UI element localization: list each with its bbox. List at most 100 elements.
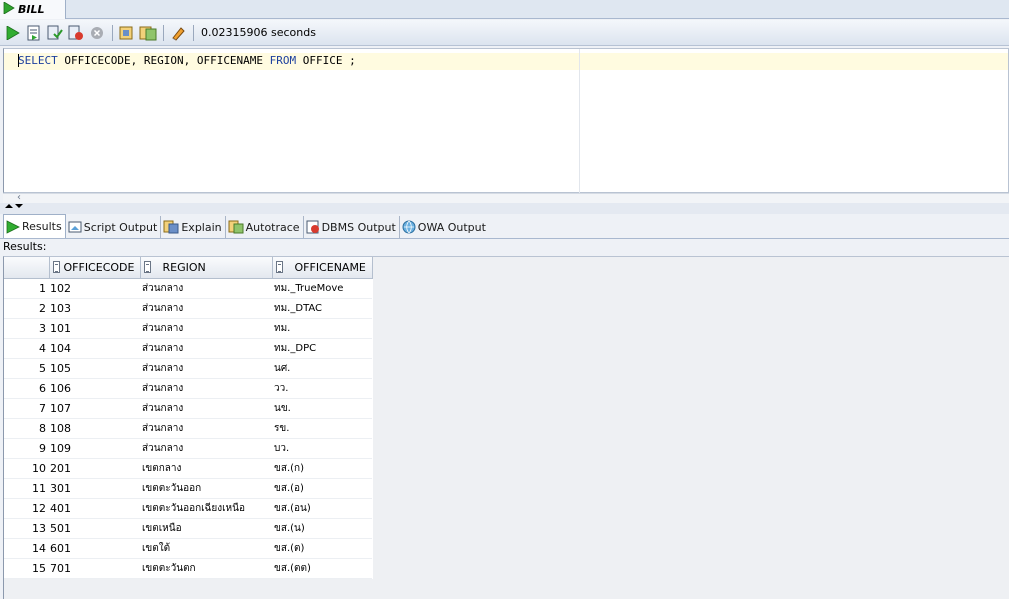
region-cell[interactable]: ส่วนกลาง xyxy=(140,318,272,339)
clear-eraser-icon[interactable] xyxy=(169,24,187,42)
sort-icon[interactable] xyxy=(143,261,151,274)
officename-cell[interactable]: ขส.(อน) xyxy=(272,498,372,519)
row-number-cell[interactable]: 7 xyxy=(4,398,49,419)
row-number-cell[interactable]: 13 xyxy=(4,518,49,539)
table-row[interactable]: 1 102 ส่วนกลาง ทม._TrueMove xyxy=(4,278,372,299)
region-cell[interactable]: ส่วนกลาง xyxy=(140,358,272,379)
table-row[interactable]: 8 108 ส่วนกลาง รข. xyxy=(4,418,372,439)
column-header-officename[interactable]: OFFICENAME xyxy=(272,257,373,279)
sql-statement[interactable]: SELECT OFFICECODE, REGION, OFFICENAME FR… xyxy=(18,54,356,67)
row-number-cell[interactable]: 1 xyxy=(4,278,49,299)
table-row[interactable]: 6 106 ส่วนกลาง วว. xyxy=(4,378,372,399)
officename-cell[interactable]: นศ. xyxy=(272,358,372,379)
tab-results[interactable]: Results xyxy=(3,214,66,238)
row-number-cell[interactable]: 11 xyxy=(4,478,49,499)
column-header-officecode[interactable]: OFFICECODE xyxy=(49,257,141,279)
region-cell[interactable]: เขตเหนือ xyxy=(140,518,272,539)
region-cell[interactable]: ส่วนกลาง xyxy=(140,398,272,419)
officename-cell[interactable]: บว. xyxy=(272,438,372,459)
run-script-button[interactable] xyxy=(25,24,43,42)
officecode-cell[interactable]: 201 xyxy=(49,458,140,479)
officename-cell[interactable]: ทม._DPC xyxy=(272,338,372,359)
officecode-cell[interactable]: 101 xyxy=(49,318,140,339)
region-cell[interactable]: ส่วนกลาง xyxy=(140,418,272,439)
table-row[interactable]: 15 701 เขตตะวันตก ขส.(ตต) xyxy=(4,558,372,579)
table-row[interactable]: 14 601 เขตใต้ ขส.(ต) xyxy=(4,538,372,559)
cancel-icon[interactable] xyxy=(88,24,106,42)
sql-history-button[interactable] xyxy=(118,24,136,42)
officename-cell[interactable]: ขส.(น) xyxy=(272,518,372,539)
splitter-bar[interactable] xyxy=(0,203,1009,214)
sql-tuning-button[interactable] xyxy=(139,24,157,42)
officecode-cell[interactable]: 103 xyxy=(49,298,140,319)
document-tab-bill[interactable]: BILL xyxy=(0,0,66,19)
officename-cell[interactable]: ทม. xyxy=(272,318,372,339)
table-row[interactable]: 13 501 เขตเหนือ ขส.(น) xyxy=(4,518,372,539)
table-row[interactable]: 3 101 ส่วนกลาง ทม. xyxy=(4,318,372,339)
row-number-cell[interactable]: 10 xyxy=(4,458,49,479)
table-row[interactable]: 5 105 ส่วนกลาง นศ. xyxy=(4,358,372,379)
commit-button[interactable] xyxy=(46,24,64,42)
officename-cell[interactable]: ขส.(อ) xyxy=(272,478,372,499)
region-cell[interactable]: ส่วนกลาง xyxy=(140,338,272,359)
officename-cell[interactable]: ขส.(ตต) xyxy=(272,558,372,579)
table-row[interactable]: 10 201 เขตกลาง ขส.(ก) xyxy=(4,458,372,479)
tab-dbms-output[interactable]: DBMS Output xyxy=(304,216,400,238)
officename-cell[interactable]: นข. xyxy=(272,398,372,419)
tab-script-output[interactable]: Script Output xyxy=(66,216,162,238)
row-number-cell[interactable]: 6 xyxy=(4,378,49,399)
table-row[interactable]: 4 104 ส่วนกลาง ทม._DPC xyxy=(4,338,372,359)
officecode-cell[interactable]: 105 xyxy=(49,358,140,379)
rollback-button[interactable] xyxy=(67,24,85,42)
officecode-cell[interactable]: 108 xyxy=(49,418,140,439)
scroll-left-icon[interactable]: ‹ xyxy=(17,192,21,203)
editor-horizontal-scrollbar[interactable]: ‹ xyxy=(3,192,1009,203)
table-row[interactable]: 2 103 ส่วนกลาง ทม._DTAC xyxy=(4,298,372,319)
region-cell[interactable]: ส่วนกลาง xyxy=(140,298,272,319)
row-number-cell[interactable]: 12 xyxy=(4,498,49,519)
tab-autotrace[interactable]: Autotrace xyxy=(226,216,304,238)
officename-cell[interactable]: ขส.(ต) xyxy=(272,538,372,559)
officename-cell[interactable]: วว. xyxy=(272,378,372,399)
row-number-cell[interactable]: 9 xyxy=(4,438,49,459)
table-row[interactable]: 7 107 ส่วนกลาง นข. xyxy=(4,398,372,419)
region-cell[interactable]: ส่วนกลาง xyxy=(140,378,272,399)
officename-cell[interactable]: ทม._DTAC xyxy=(272,298,372,319)
row-number-cell[interactable]: 2 xyxy=(4,298,49,319)
row-number-cell[interactable]: 14 xyxy=(4,538,49,559)
column-header-region[interactable]: REGION xyxy=(140,257,273,279)
officename-cell[interactable]: ทม._TrueMove xyxy=(272,278,372,299)
row-number-cell[interactable]: 3 xyxy=(4,318,49,339)
officecode-cell[interactable]: 701 xyxy=(49,558,140,579)
officecode-cell[interactable]: 107 xyxy=(49,398,140,419)
row-number-cell[interactable]: 5 xyxy=(4,358,49,379)
officecode-cell[interactable]: 106 xyxy=(49,378,140,399)
row-number-cell[interactable]: 4 xyxy=(4,338,49,359)
table-row[interactable]: 12 401 เขตตะวันออกเฉียงเหนือ ขส.(อน) xyxy=(4,498,372,519)
officename-cell[interactable]: ขส.(ก) xyxy=(272,458,372,479)
sql-editor[interactable]: SELECT OFFICECODE, REGION, OFFICENAME FR… xyxy=(3,48,1009,194)
officecode-cell[interactable]: 109 xyxy=(49,438,140,459)
table-row[interactable]: 9 109 ส่วนกลาง บว. xyxy=(4,438,372,459)
region-cell[interactable]: เขตใต้ xyxy=(140,538,272,559)
region-cell[interactable]: เขตตะวันออก xyxy=(140,478,272,499)
region-cell[interactable]: เขตตะวันตก xyxy=(140,558,272,579)
officecode-cell[interactable]: 104 xyxy=(49,338,140,359)
officecode-cell[interactable]: 301 xyxy=(49,478,140,499)
sort-icon[interactable] xyxy=(52,261,60,274)
officecode-cell[interactable]: 601 xyxy=(49,538,140,559)
tab-owa-output[interactable]: OWA Output xyxy=(400,216,489,238)
officecode-cell[interactable]: 401 xyxy=(49,498,140,519)
region-cell[interactable]: ส่วนกลาง xyxy=(140,438,272,459)
region-cell[interactable]: เขตตะวันออกเฉียงเหนือ xyxy=(140,498,272,519)
row-number-cell[interactable]: 15 xyxy=(4,558,49,579)
region-cell[interactable]: ส่วนกลาง xyxy=(140,278,272,299)
tab-explain[interactable]: Explain xyxy=(161,216,226,238)
run-statement-button[interactable] xyxy=(4,24,22,42)
officecode-cell[interactable]: 501 xyxy=(49,518,140,539)
officecode-cell[interactable]: 102 xyxy=(49,278,140,299)
row-number-cell[interactable]: 8 xyxy=(4,418,49,439)
officename-cell[interactable]: รข. xyxy=(272,418,372,439)
table-row[interactable]: 11 301 เขตตะวันออก ขส.(อ) xyxy=(4,478,372,499)
region-cell[interactable]: เขตกลาง xyxy=(140,458,272,479)
